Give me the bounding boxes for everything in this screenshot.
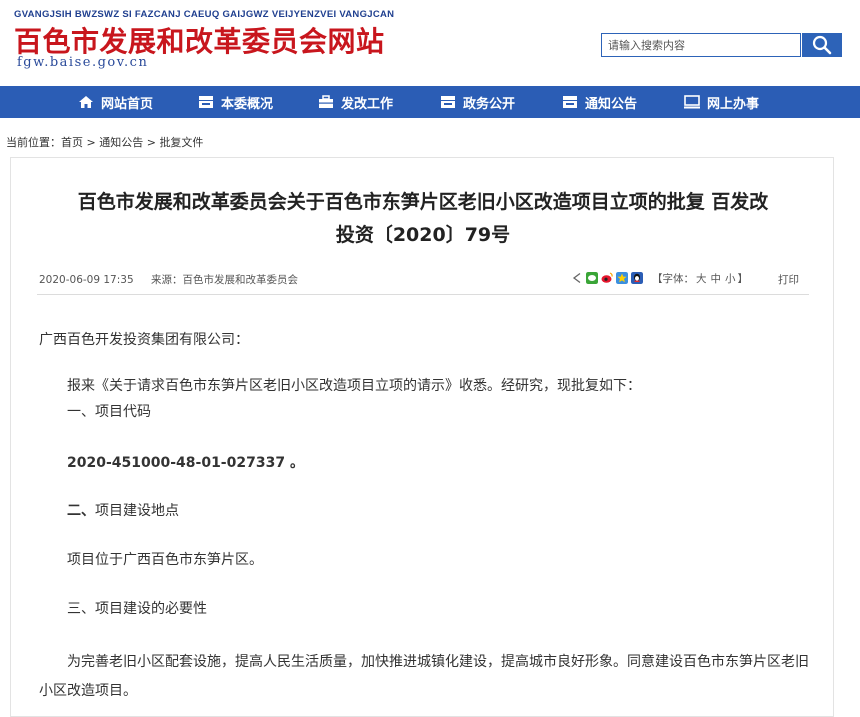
monitor-icon <box>684 95 700 109</box>
nav-label: 政务公开 <box>463 96 516 112</box>
building-icon <box>441 96 455 108</box>
search-icon <box>812 35 832 55</box>
main-nav: 网站首页 本委概况 发改工作 政务公开 通知公告 网上办事 <box>0 86 860 118</box>
building-icon <box>199 96 213 108</box>
breadcrumb-approvals[interactable]: 批复文件 <box>159 136 203 149</box>
paragraph: 报来《关于请求百色市东笋片区老旧小区改造项目立项的请示》收悉。经研究，现批复如下… <box>67 378 641 394</box>
breadcrumb-notices[interactable]: 通知公告 <box>99 136 143 149</box>
breadcrumb-prefix: 当前位置： <box>6 136 61 149</box>
font-size-label: 【字体： <box>652 272 694 285</box>
qq-icon[interactable] <box>631 272 643 284</box>
breadcrumb: 当前位置：首页 > 通知公告 > 批复文件 <box>6 134 203 150</box>
article-meta: 2020-06-09 17:35 来源：百色市发展和改革委员会 <box>39 272 312 287</box>
divider <box>37 294 809 295</box>
wechat-icon[interactable] <box>586 272 598 284</box>
section-heading: 二、项目建设地点 <box>39 499 809 523</box>
nav-label: 发改工作 <box>341 96 394 112</box>
nav-label: 网站首页 <box>101 96 154 112</box>
home-icon <box>79 96 93 108</box>
font-size-small[interactable]: 小 <box>725 271 736 286</box>
logo-pinyin: GVANGJSIH BWZSWZ SI FAZCANJ CAEUQ GAIJGW… <box>14 9 395 20</box>
site-logo-title[interactable]: 百色市发展和改革委员会网站 <box>14 20 385 60</box>
site-header: GVANGJSIH BWZSWZ SI FAZCANJ CAEUQ GAIJGW… <box>0 0 860 86</box>
article-tools: 【字体： 大 中 小 】 <box>571 269 748 287</box>
article-source: 来源：百色市发展和改革委员会 <box>150 274 298 286</box>
nav-item-gov-affairs[interactable]: 政务公开 <box>440 86 515 118</box>
font-size-close: 】 <box>737 272 749 285</box>
nav-item-work[interactable]: 发改工作 <box>318 86 393 118</box>
site-domain: fgw.baise.gov.cn <box>17 55 149 70</box>
share-icon[interactable] <box>571 272 583 284</box>
weibo-icon[interactable] <box>601 272 613 284</box>
nav-item-overview[interactable]: 本委概况 <box>198 86 273 118</box>
search-button[interactable] <box>802 33 842 57</box>
project-code: 2020-451000-48-01-027337 。 <box>67 455 304 471</box>
search-input[interactable] <box>601 33 801 57</box>
font-size-medium[interactable]: 中 <box>711 271 722 286</box>
publish-date: 2020-06-09 17:35 <box>39 274 134 286</box>
nav-label: 本委概况 <box>221 96 274 112</box>
nav-item-online-services[interactable]: 网上办事 <box>684 86 759 118</box>
building-icon <box>563 96 577 108</box>
font-size-large[interactable]: 大 <box>696 271 707 286</box>
nav-label: 网上办事 <box>707 96 760 112</box>
breadcrumb-separator: > <box>83 136 100 149</box>
nav-item-home[interactable]: 网站首页 <box>78 86 153 118</box>
paragraph: 为完善老旧小区配套设施，提高人民生活质量，加快推进城镇化建设，提高城市良好形象。… <box>39 654 809 699</box>
briefcase-icon <box>319 95 333 108</box>
breadcrumb-home[interactable]: 首页 <box>61 136 83 149</box>
section-number: 二、 <box>67 503 95 519</box>
section-heading: 一、项目代码 <box>67 404 151 420</box>
nav-label: 通知公告 <box>585 96 638 112</box>
article-title-line2: 投资〔2020〕79号 <box>335 224 511 246</box>
article-title-line1: 百色市发展和改革委员会关于百色市东笋片区老旧小区改造项目立项的批复 百发改 <box>77 191 769 213</box>
qzone-icon[interactable] <box>616 272 628 284</box>
paragraph: 项目位于广西百色市东笋片区。 <box>67 552 263 568</box>
article-title: 百色市发展和改革委员会关于百色市东笋片区老旧小区改造项目立项的批复 百发改 投资… <box>37 186 809 252</box>
salutation: 广西百色开发投资集团有限公司： <box>39 332 249 348</box>
section-title: 项目建设地点 <box>95 503 179 519</box>
section-heading: 三、项目建设的必要性 <box>67 601 207 617</box>
article-panel: 百色市发展和改革委员会关于百色市东笋片区老旧小区改造项目立项的批复 百发改 投资… <box>10 157 834 717</box>
print-link[interactable]: 打印 <box>778 272 799 287</box>
breadcrumb-separator: > <box>143 136 160 149</box>
nav-item-notices[interactable]: 通知公告 <box>562 86 637 118</box>
